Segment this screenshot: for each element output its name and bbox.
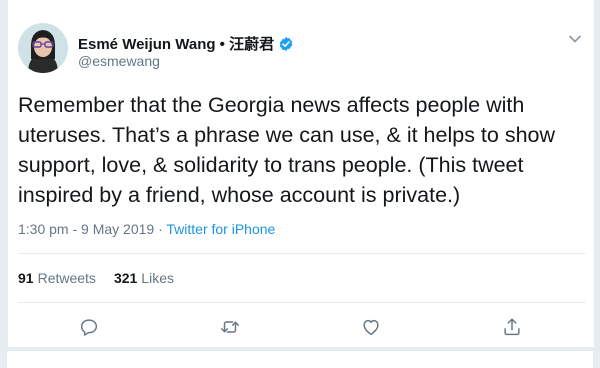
retweets-label: Retweets (37, 270, 96, 286)
author-handle[interactable]: @esmewang (78, 53, 160, 69)
author-name-row[interactable]: Esmé Weijun Wang • 汪蔚君 (78, 33, 294, 54)
avatar[interactable] (18, 23, 68, 73)
divider (18, 253, 586, 254)
reply-icon (80, 319, 98, 336)
tweet-metadata: 1:30 pm - 9 May 2019 · Twitter for iPhon… (18, 221, 275, 237)
author-display-name[interactable]: Esmé Weijun Wang • 汪蔚君 (78, 33, 274, 54)
tweet-text: Remember that the Georgia news affects p… (18, 93, 556, 207)
next-card-edge (7, 350, 593, 368)
tweet-card: Esmé Weijun Wang • 汪蔚君 @esmewang Remembe… (7, 0, 595, 347)
heart-icon (363, 319, 379, 336)
retweets-count: 91 (18, 270, 34, 286)
retweet-button[interactable] (219, 316, 241, 338)
chevron-down-icon[interactable] (568, 32, 582, 46)
likes-count: 321 (113, 270, 138, 286)
share-button[interactable] (501, 316, 523, 338)
likes-label: Likes (141, 270, 174, 286)
tweet-timestamp[interactable]: 1:30 pm - 9 May 2019 (18, 221, 154, 237)
tweet-stats: 91 Retweets 321 Likes (18, 270, 174, 286)
verified-badge-icon (279, 36, 293, 51)
retweet-icon (221, 321, 239, 333)
tweet-source-link[interactable]: Twitter for iPhone (166, 221, 275, 237)
retweets-stat[interactable]: 91 Retweets (18, 270, 96, 286)
divider (18, 302, 586, 303)
tweet-actions (8, 316, 594, 338)
like-button[interactable] (360, 316, 382, 338)
meta-separator: · (154, 221, 167, 237)
likes-stat[interactable]: 321 Likes (114, 270, 174, 286)
avatar-image (18, 23, 68, 73)
reply-button[interactable] (78, 316, 100, 338)
share-icon (504, 318, 520, 336)
